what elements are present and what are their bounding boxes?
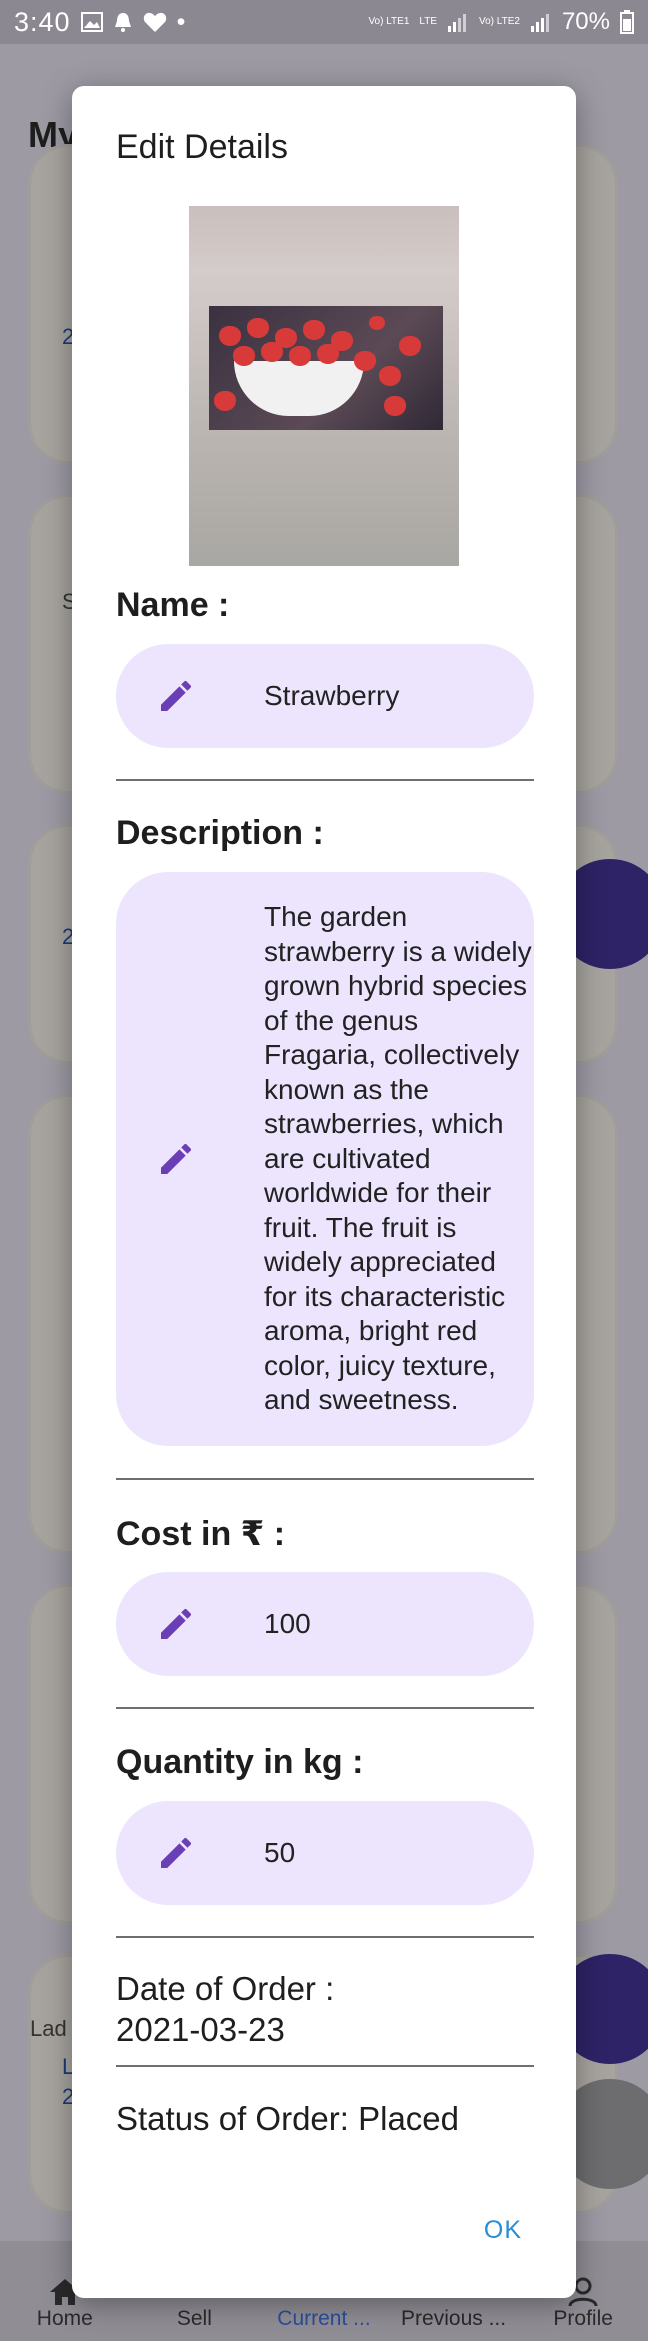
status-bar: 3:40 • Vo) LTE1 LTE Vo) LTE2 70%: [0, 0, 648, 44]
lte-label: LTE: [419, 16, 437, 27]
name-field[interactable]: Strawberry: [116, 644, 534, 748]
order-date-value: 2021-03-23: [116, 2011, 285, 2048]
sim2-label: Vo) LTE2: [479, 16, 520, 27]
divider: [116, 1478, 534, 1480]
nav-label: Profile: [553, 2307, 613, 2330]
signal-icon-2: [530, 14, 549, 32]
dot-icon: •: [176, 7, 186, 36]
cost-field[interactable]: 100: [116, 1572, 534, 1676]
status-time: 3:40: [14, 6, 71, 37]
quantity-field[interactable]: 50: [116, 1801, 534, 1905]
nav-label: Home: [36, 2307, 93, 2330]
cost-value: 100: [264, 1608, 311, 1639]
divider: [116, 2065, 534, 2067]
edit-pencil-icon[interactable]: [156, 1833, 196, 1873]
cost-label: Cost in ₹ :: [116, 1515, 286, 1553]
gallery-icon: [80, 12, 103, 32]
background-card-text: Lad: [30, 2016, 67, 2041]
edit-details-dialog: Edit Details Name : Strawberry Descripti…: [72, 86, 576, 2298]
edit-pencil-icon[interactable]: [156, 676, 196, 716]
description-field[interactable]: The garden strawberry is a widely grown …: [116, 872, 534, 1446]
nav-label: Current ...: [277, 2307, 371, 2330]
battery-icon: [620, 10, 634, 34]
notification-icon: [114, 13, 131, 32]
quantity-label: Quantity in kg :: [116, 1743, 364, 1781]
divider: [116, 1936, 534, 1938]
heart-icon: [143, 12, 166, 32]
description-value: The garden strawberry is a widely grown …: [264, 901, 532, 1416]
divider: [116, 1707, 534, 1709]
edit-pencil-icon[interactable]: [156, 1604, 196, 1644]
divider: [116, 779, 534, 781]
order-date-block: Date of Order : 2021-03-23: [116, 1968, 334, 2050]
edit-pencil-icon[interactable]: [156, 1139, 196, 1179]
name-value: Strawberry: [264, 680, 400, 711]
dialog-title: Edit Details: [116, 128, 288, 166]
name-label: Name :: [116, 586, 230, 624]
order-status: Status of Order: Placed: [116, 2100, 460, 2137]
signal-icon: [448, 14, 466, 32]
sim1-label: Vo) LTE1: [368, 16, 410, 27]
nav-label: Sell: [176, 2307, 212, 2330]
ok-button[interactable]: OK: [484, 2216, 522, 2245]
battery-percent: 70%: [561, 8, 610, 35]
quantity-value: 50: [264, 1837, 296, 1868]
nav-label: Previous ...: [401, 2307, 507, 2330]
order-date-label: Date of Order :: [116, 1970, 335, 2007]
description-label: Description :: [116, 814, 324, 852]
product-image: [189, 206, 459, 566]
